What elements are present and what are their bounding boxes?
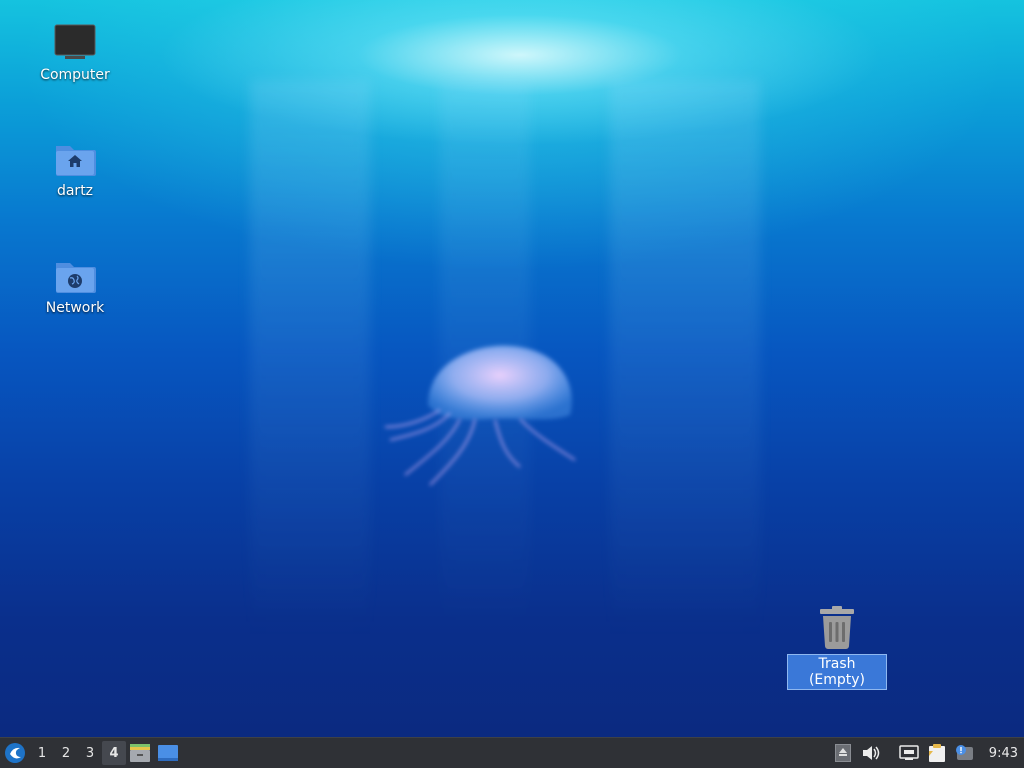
desktop[interactable]: Computer dartz Network Trash (Empty): [0, 0, 1024, 737]
workspace-4[interactable]: 4: [102, 741, 126, 765]
desktop-icon-label: Network: [45, 300, 105, 316]
panel-clock[interactable]: 9:43: [979, 746, 1024, 761]
desktop-icon: [158, 745, 178, 761]
desktop-icon-label: dartz: [56, 183, 94, 199]
desktop-icon-label: Trash (Empty): [787, 654, 887, 690]
tray-clipboard-button[interactable]: [923, 739, 951, 767]
tray-network-button[interactable]: [895, 739, 923, 767]
computer-desktop-icon[interactable]: Computer: [30, 22, 120, 84]
bottom-panel: 1 2 3 4 9:43: [0, 737, 1024, 768]
file-manager-launcher[interactable]: [126, 739, 154, 767]
lubuntu-logo-icon: [5, 743, 25, 763]
network-icon: [899, 745, 919, 760]
trash-desktop-icon[interactable]: Trash (Empty): [787, 606, 887, 690]
workspace-3[interactable]: 3: [78, 741, 102, 765]
workspace-1[interactable]: 1: [30, 741, 54, 765]
jellyfish-wallpaper-image: [384, 345, 576, 486]
network-desktop-icon[interactable]: Network: [30, 257, 120, 317]
clipboard-icon: [928, 744, 945, 762]
eject-icon: [834, 744, 851, 762]
notification-icon: [955, 745, 973, 760]
show-desktop-launcher[interactable]: [154, 739, 182, 767]
computer-icon: [54, 24, 96, 59]
file-cabinet-icon: [130, 744, 150, 762]
desktop-icon-label: Computer: [40, 67, 110, 83]
workspace-2[interactable]: 2: [54, 741, 78, 765]
light-ray: [250, 80, 370, 640]
home-folder-desktop-icon[interactable]: dartz: [30, 140, 120, 200]
trash-icon: [820, 606, 854, 649]
tray-notification-button[interactable]: [951, 739, 979, 767]
network-folder-icon: [56, 263, 96, 293]
application-menu-button[interactable]: [0, 738, 30, 768]
volume-icon: [862, 746, 880, 760]
light-ray: [610, 80, 760, 640]
tray-volume-button[interactable]: [857, 739, 885, 767]
system-tray: 9:43: [829, 738, 1024, 768]
home-folder-icon: [56, 146, 96, 176]
tray-eject-button[interactable]: [829, 739, 857, 767]
